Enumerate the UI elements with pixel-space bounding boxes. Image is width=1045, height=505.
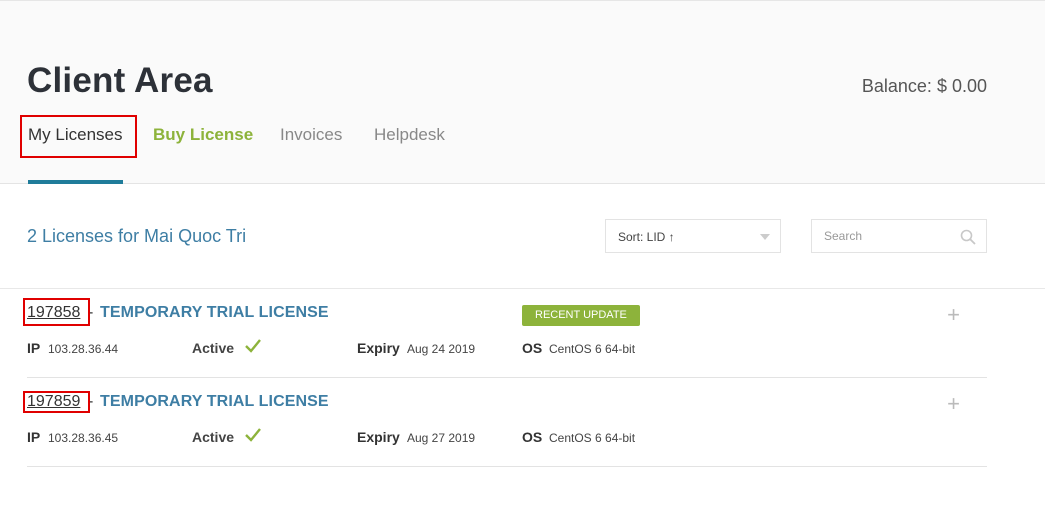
page-header: Client Area Balance: $ 0.00 My Licenses … (0, 0, 1045, 184)
chevron-down-icon (760, 234, 770, 240)
balance-display: Balance: $ 0.00 (862, 76, 987, 97)
license-name[interactable]: TEMPORARY TRIAL LICENSE (100, 304, 329, 322)
search-icon[interactable] (960, 229, 976, 245)
expiry-value: Aug 24 2019 (407, 342, 476, 356)
checkmark-icon (245, 339, 261, 353)
tab-bar: My Licenses Buy License Invoices Helpdes… (0, 119, 1045, 185)
os-label: OS (522, 340, 543, 356)
tab-my-licenses[interactable]: My Licenses (28, 125, 122, 145)
sort-dropdown[interactable]: Sort: LID ↑ (605, 219, 781, 253)
license-id-link[interactable]: 197859 (27, 393, 80, 411)
os-value: CentOS 6 64-bit (549, 342, 636, 356)
expand-plus-icon[interactable]: + (947, 302, 960, 328)
expiry-label: Expiry (357, 340, 400, 356)
tab-helpdesk[interactable]: Helpdesk (374, 125, 445, 145)
licenses-count-title: 2 Licenses for Mai Quoc Tri (27, 226, 247, 246)
license-row: 197858 - TEMPORARY TRIAL LICENSE RECENT … (27, 289, 987, 378)
checkmark-icon (245, 428, 261, 442)
tab-invoices[interactable]: Invoices (280, 125, 342, 145)
license-id-link[interactable]: 197858 (27, 304, 80, 322)
ip-value: 103.28.36.45 (48, 431, 119, 445)
search-input[interactable] (812, 220, 952, 252)
ip-label: IP (27, 340, 41, 356)
expand-plus-icon[interactable]: + (947, 391, 960, 417)
active-tab-indicator (28, 180, 123, 184)
os-value: CentOS 6 64-bit (549, 431, 636, 445)
ip-label: IP (27, 429, 41, 445)
recent-update-badge: RECENT UPDATE (522, 305, 640, 326)
tab-buy-license[interactable]: Buy License (153, 125, 253, 145)
license-separator: - (88, 393, 94, 410)
balance-label: Balance: (861, 76, 932, 96)
ip-value: 103.28.36.44 (48, 342, 119, 356)
expiry-label: Expiry (357, 429, 400, 445)
balance-value: $ 0.00 (936, 76, 987, 96)
search-box (811, 219, 987, 253)
expiry-value: Aug 27 2019 (407, 431, 476, 445)
page-title: Client Area (27, 61, 213, 100)
status-text: Active (192, 429, 235, 445)
sort-label: Sort: LID ↑ (618, 230, 675, 244)
os-label: OS (522, 429, 543, 445)
license-row: 197859 - TEMPORARY TRIAL LICENSE + IP 10… (27, 378, 987, 467)
license-name[interactable]: TEMPORARY TRIAL LICENSE (100, 393, 329, 411)
license-separator: - (88, 304, 94, 321)
status-text: Active (192, 340, 235, 356)
